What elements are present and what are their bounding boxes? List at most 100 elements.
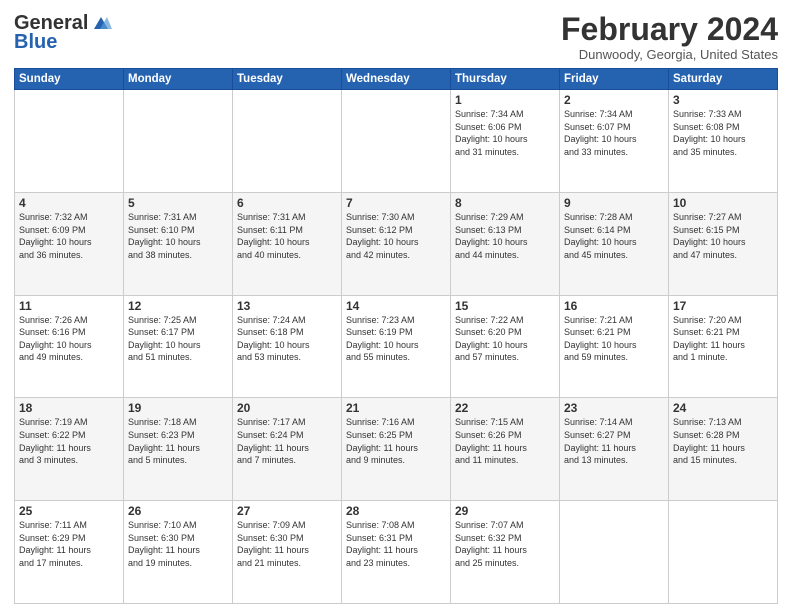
day-info: Sunrise: 7:11 AM Sunset: 6:29 PM Dayligh… — [19, 519, 119, 569]
col-tuesday: Tuesday — [233, 69, 342, 90]
table-row: 18Sunrise: 7:19 AM Sunset: 6:22 PM Dayli… — [15, 398, 124, 501]
day-number: 29 — [455, 504, 555, 518]
day-info: Sunrise: 7:26 AM Sunset: 6:16 PM Dayligh… — [19, 314, 119, 364]
table-row: 6Sunrise: 7:31 AM Sunset: 6:11 PM Daylig… — [233, 192, 342, 295]
table-row: 24Sunrise: 7:13 AM Sunset: 6:28 PM Dayli… — [669, 398, 778, 501]
day-number: 20 — [237, 401, 337, 415]
day-number: 18 — [19, 401, 119, 415]
calendar-table: Sunday Monday Tuesday Wednesday Thursday… — [14, 68, 778, 604]
day-info: Sunrise: 7:22 AM Sunset: 6:20 PM Dayligh… — [455, 314, 555, 364]
day-number: 23 — [564, 401, 664, 415]
day-number: 27 — [237, 504, 337, 518]
day-info: Sunrise: 7:34 AM Sunset: 6:07 PM Dayligh… — [564, 108, 664, 158]
table-row: 13Sunrise: 7:24 AM Sunset: 6:18 PM Dayli… — [233, 295, 342, 398]
calendar-week-row: 11Sunrise: 7:26 AM Sunset: 6:16 PM Dayli… — [15, 295, 778, 398]
day-info: Sunrise: 7:15 AM Sunset: 6:26 PM Dayligh… — [455, 416, 555, 466]
calendar-week-row: 25Sunrise: 7:11 AM Sunset: 6:29 PM Dayli… — [15, 501, 778, 604]
day-number: 10 — [673, 196, 773, 210]
table-row: 23Sunrise: 7:14 AM Sunset: 6:27 PM Dayli… — [560, 398, 669, 501]
calendar-week-row: 1Sunrise: 7:34 AM Sunset: 6:06 PM Daylig… — [15, 90, 778, 193]
day-number: 28 — [346, 504, 446, 518]
day-info: Sunrise: 7:25 AM Sunset: 6:17 PM Dayligh… — [128, 314, 228, 364]
table-row — [669, 501, 778, 604]
col-wednesday: Wednesday — [342, 69, 451, 90]
day-info: Sunrise: 7:31 AM Sunset: 6:11 PM Dayligh… — [237, 211, 337, 261]
table-row: 25Sunrise: 7:11 AM Sunset: 6:29 PM Dayli… — [15, 501, 124, 604]
table-row: 26Sunrise: 7:10 AM Sunset: 6:30 PM Dayli… — [124, 501, 233, 604]
table-row — [15, 90, 124, 193]
table-row: 16Sunrise: 7:21 AM Sunset: 6:21 PM Dayli… — [560, 295, 669, 398]
table-row: 27Sunrise: 7:09 AM Sunset: 6:30 PM Dayli… — [233, 501, 342, 604]
table-row — [560, 501, 669, 604]
day-info: Sunrise: 7:30 AM Sunset: 6:12 PM Dayligh… — [346, 211, 446, 261]
day-number: 4 — [19, 196, 119, 210]
month-year: February 2024 — [561, 12, 778, 47]
calendar-week-row: 18Sunrise: 7:19 AM Sunset: 6:22 PM Dayli… — [15, 398, 778, 501]
day-info: Sunrise: 7:19 AM Sunset: 6:22 PM Dayligh… — [19, 416, 119, 466]
title-block: February 2024 Dunwoody, Georgia, United … — [561, 12, 778, 62]
table-row: 10Sunrise: 7:27 AM Sunset: 6:15 PM Dayli… — [669, 192, 778, 295]
day-info: Sunrise: 7:28 AM Sunset: 6:14 PM Dayligh… — [564, 211, 664, 261]
day-info: Sunrise: 7:20 AM Sunset: 6:21 PM Dayligh… — [673, 314, 773, 364]
table-row: 28Sunrise: 7:08 AM Sunset: 6:31 PM Dayli… — [342, 501, 451, 604]
table-row — [124, 90, 233, 193]
day-info: Sunrise: 7:13 AM Sunset: 6:28 PM Dayligh… — [673, 416, 773, 466]
day-number: 11 — [19, 299, 119, 313]
day-info: Sunrise: 7:29 AM Sunset: 6:13 PM Dayligh… — [455, 211, 555, 261]
table-row: 8Sunrise: 7:29 AM Sunset: 6:13 PM Daylig… — [451, 192, 560, 295]
day-info: Sunrise: 7:24 AM Sunset: 6:18 PM Dayligh… — [237, 314, 337, 364]
table-row: 2Sunrise: 7:34 AM Sunset: 6:07 PM Daylig… — [560, 90, 669, 193]
table-row: 20Sunrise: 7:17 AM Sunset: 6:24 PM Dayli… — [233, 398, 342, 501]
calendar-header-row: Sunday Monday Tuesday Wednesday Thursday… — [15, 69, 778, 90]
table-row — [342, 90, 451, 193]
col-friday: Friday — [560, 69, 669, 90]
table-row: 7Sunrise: 7:30 AM Sunset: 6:12 PM Daylig… — [342, 192, 451, 295]
day-number: 16 — [564, 299, 664, 313]
day-number: 2 — [564, 93, 664, 107]
day-number: 21 — [346, 401, 446, 415]
day-info: Sunrise: 7:27 AM Sunset: 6:15 PM Dayligh… — [673, 211, 773, 261]
day-number: 14 — [346, 299, 446, 313]
logo: General Blue — [14, 12, 112, 54]
day-info: Sunrise: 7:09 AM Sunset: 6:30 PM Dayligh… — [237, 519, 337, 569]
table-row: 22Sunrise: 7:15 AM Sunset: 6:26 PM Dayli… — [451, 398, 560, 501]
day-number: 5 — [128, 196, 228, 210]
table-row: 1Sunrise: 7:34 AM Sunset: 6:06 PM Daylig… — [451, 90, 560, 193]
col-monday: Monday — [124, 69, 233, 90]
col-saturday: Saturday — [669, 69, 778, 90]
table-row: 5Sunrise: 7:31 AM Sunset: 6:10 PM Daylig… — [124, 192, 233, 295]
table-row: 3Sunrise: 7:33 AM Sunset: 6:08 PM Daylig… — [669, 90, 778, 193]
table-row: 15Sunrise: 7:22 AM Sunset: 6:20 PM Dayli… — [451, 295, 560, 398]
day-number: 13 — [237, 299, 337, 313]
day-number: 22 — [455, 401, 555, 415]
col-thursday: Thursday — [451, 69, 560, 90]
col-sunday: Sunday — [15, 69, 124, 90]
day-info: Sunrise: 7:10 AM Sunset: 6:30 PM Dayligh… — [128, 519, 228, 569]
day-number: 25 — [19, 504, 119, 518]
day-number: 24 — [673, 401, 773, 415]
day-number: 3 — [673, 93, 773, 107]
day-number: 8 — [455, 196, 555, 210]
day-number: 17 — [673, 299, 773, 313]
table-row: 21Sunrise: 7:16 AM Sunset: 6:25 PM Dayli… — [342, 398, 451, 501]
day-info: Sunrise: 7:23 AM Sunset: 6:19 PM Dayligh… — [346, 314, 446, 364]
table-row: 29Sunrise: 7:07 AM Sunset: 6:32 PM Dayli… — [451, 501, 560, 604]
table-row: 4Sunrise: 7:32 AM Sunset: 6:09 PM Daylig… — [15, 192, 124, 295]
day-number: 15 — [455, 299, 555, 313]
table-row: 19Sunrise: 7:18 AM Sunset: 6:23 PM Dayli… — [124, 398, 233, 501]
day-info: Sunrise: 7:21 AM Sunset: 6:21 PM Dayligh… — [564, 314, 664, 364]
header: General Blue February 2024 Dunwoody, Geo… — [14, 12, 778, 62]
day-number: 12 — [128, 299, 228, 313]
day-number: 19 — [128, 401, 228, 415]
day-info: Sunrise: 7:31 AM Sunset: 6:10 PM Dayligh… — [128, 211, 228, 261]
day-number: 1 — [455, 93, 555, 107]
day-info: Sunrise: 7:07 AM Sunset: 6:32 PM Dayligh… — [455, 519, 555, 569]
location: Dunwoody, Georgia, United States — [561, 47, 778, 62]
calendar-week-row: 4Sunrise: 7:32 AM Sunset: 6:09 PM Daylig… — [15, 192, 778, 295]
day-info: Sunrise: 7:18 AM Sunset: 6:23 PM Dayligh… — [128, 416, 228, 466]
logo-icon — [90, 15, 112, 33]
page: General Blue February 2024 Dunwoody, Geo… — [0, 0, 792, 612]
table-row: 14Sunrise: 7:23 AM Sunset: 6:19 PM Dayli… — [342, 295, 451, 398]
day-number: 9 — [564, 196, 664, 210]
day-info: Sunrise: 7:17 AM Sunset: 6:24 PM Dayligh… — [237, 416, 337, 466]
